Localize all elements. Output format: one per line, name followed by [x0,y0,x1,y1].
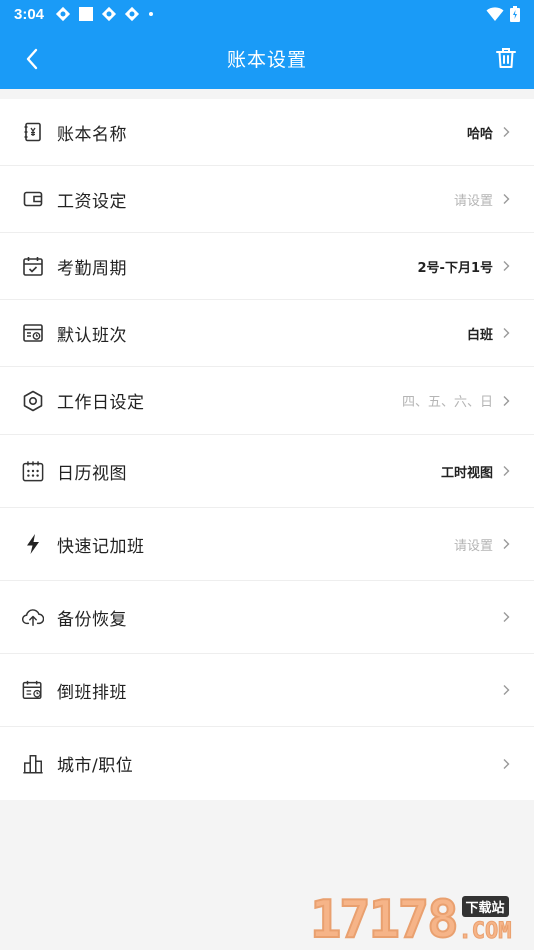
city-icon [22,753,44,775]
settings-row-default-shift[interactable]: 默认班次 白班 [0,300,534,367]
app-notification-icon [124,6,140,22]
chevron-right-icon [502,260,510,272]
row-value: 2号-下月1号 [417,260,494,276]
row-value: 白班 [466,327,493,343]
app-notification-icon [101,6,117,22]
chevron-right-icon [502,126,510,138]
chevron-right-icon [502,193,510,205]
cloud-upload-icon [22,606,44,628]
row-value: 工时视图 [440,465,493,481]
row-label: 日历视图 [57,463,127,484]
wallet-icon [22,188,44,210]
row-label: 城市/职位 [57,756,134,776]
row-label: 考勤周期 [57,258,127,279]
square-notification-icon [79,7,94,21]
chevron-right-icon [502,758,510,770]
chevron-right-icon [502,327,510,339]
chevron-right-icon [502,465,510,477]
row-label: 快速记加班 [57,536,145,557]
watermark-logo: 17178 下载站 .COM [309,888,532,950]
nav-bar: 账本设置 [0,28,534,89]
calendar-grid-icon [22,460,44,482]
battery-icon [510,6,520,22]
dot-icon [149,12,154,16]
row-value: 请设置 [453,538,493,554]
settings-row-workday[interactable]: 工作日设定 四、五、六、日 [0,367,534,435]
settings-row-backup-restore[interactable]: 备份恢复 [0,581,534,654]
row-label: 账本名称 [57,124,127,145]
page-title: 账本设置 [226,49,307,71]
watermark-domain: .COM [458,919,512,944]
row-value: 请设置 [453,193,493,209]
settings-row-shift-schedule[interactable]: 倒班排班 [0,654,534,727]
chevron-left-icon [26,48,38,70]
chevron-right-icon [502,395,510,407]
row-label: 工资设定 [57,191,127,212]
watermark-number: 17178 [309,890,460,950]
row-label: 工作日设定 [57,393,145,413]
chevron-right-icon [502,684,510,696]
calendar-check-icon [22,255,44,277]
status-bar: 3:04 [0,0,534,28]
status-time: 3:04 [14,5,45,23]
back-button[interactable] [18,45,46,73]
watermark-site: 下载站 [461,896,509,917]
row-value: 四、五、六、日 [401,395,493,410]
chevron-right-icon [502,538,510,550]
row-label: 备份恢复 [57,609,127,630]
shift-icon [22,322,44,344]
settings-row-salary[interactable]: 工资设定 请设置 [0,166,534,233]
app-notification-icon [55,6,71,22]
settings-list: 账本名称 哈哈 工资设定 请设置 考勤周期 2号-下月1号 默认班次 白班 工作… [0,99,534,800]
settings-row-ledger-name[interactable]: 账本名称 哈哈 [0,99,534,166]
schedule-icon [22,679,44,701]
app-header: 3:04 账本设置 [0,0,534,89]
hexagon-settings-icon [22,390,44,412]
row-value: 哈哈 [466,126,493,142]
lightning-icon [22,533,44,555]
delete-button[interactable] [492,44,520,72]
wifi-icon [486,7,504,21]
settings-row-calendar-view[interactable]: 日历视图 工时视图 [0,435,534,508]
ledger-icon [22,121,44,143]
trash-icon [496,48,516,68]
chevron-right-icon [502,611,510,623]
settings-row-quick-overtime[interactable]: 快速记加班 请设置 [0,508,534,581]
settings-row-attendance-cycle[interactable]: 考勤周期 2号-下月1号 [0,233,534,300]
row-label: 默认班次 [57,325,127,346]
settings-row-city-position[interactable]: 城市/职位 [0,727,534,800]
row-label: 倒班排班 [57,682,127,703]
